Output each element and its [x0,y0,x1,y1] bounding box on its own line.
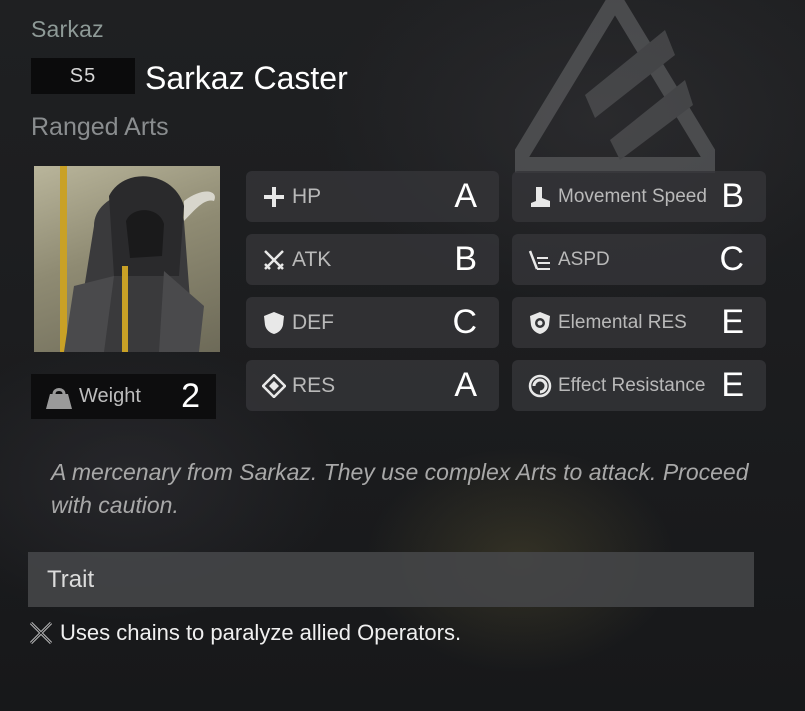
stat-grade: C [452,303,477,341]
stat-label: Effect Resistance [558,374,706,396]
stat-elemental-res: Elemental RES E [512,297,766,348]
stat-grade: A [454,177,477,215]
trait-entry: Uses chains to paralyze allied Operators… [28,620,461,646]
shield-icon [264,311,284,334]
diamond-icon [262,373,286,398]
weight-icon [46,387,72,409]
speed-lines-icon [528,250,550,270]
boot-icon [531,186,550,207]
crossed-blades-icon [29,621,53,645]
faction-logo-watermark [515,0,715,173]
stat-grade: B [454,240,477,278]
stat-grade: C [719,240,744,278]
stat-label: ASPD [558,248,610,270]
stat-grade: A [454,366,477,404]
stat-label: Elemental RES [558,311,687,333]
enemy-faction: Sarkaz [31,16,104,42]
stat-label: RES [292,373,336,397]
stat-res: RES A [246,360,499,411]
stat-effect-resistance: Effect Resistance E [512,360,766,411]
plus-icon [264,186,284,207]
stat-label: Movement Speed [558,185,707,207]
crossed-swords-icon [264,249,284,270]
enemy-code-badge: S5 [31,58,135,94]
stat-label: HP [292,184,322,208]
weight-indicator: Weight 2 [31,374,216,419]
stat-aspd: ASPD C [512,234,766,285]
stat-def: DEF C [246,297,499,348]
trait-title: Trait [47,565,95,593]
stat-grade: B [721,177,744,215]
trait-header: Trait [28,552,754,607]
weight-value: 2 [181,377,200,415]
elemental-shield-icon [530,311,550,334]
stat-atk: ATK B [246,234,499,285]
weight-label: Weight [79,385,141,407]
stat-hp: HP A [246,171,499,222]
enemy-portrait [34,166,220,352]
stat-label: ATK [292,247,332,271]
stat-grade: E [721,303,744,341]
trait-text: Uses chains to paralyze allied Operators… [60,620,462,645]
ring-icon [528,374,552,397]
enemy-description: A mercenary from Sarkaz. They use comple… [51,459,749,518]
stat-label: DEF [292,310,334,334]
enemy-name: Sarkaz Caster [145,60,348,96]
enemy-attack-type: Ranged Arts [31,113,169,141]
stat-grade: E [721,366,744,404]
stat-movement-speed: Movement Speed B [512,171,766,222]
